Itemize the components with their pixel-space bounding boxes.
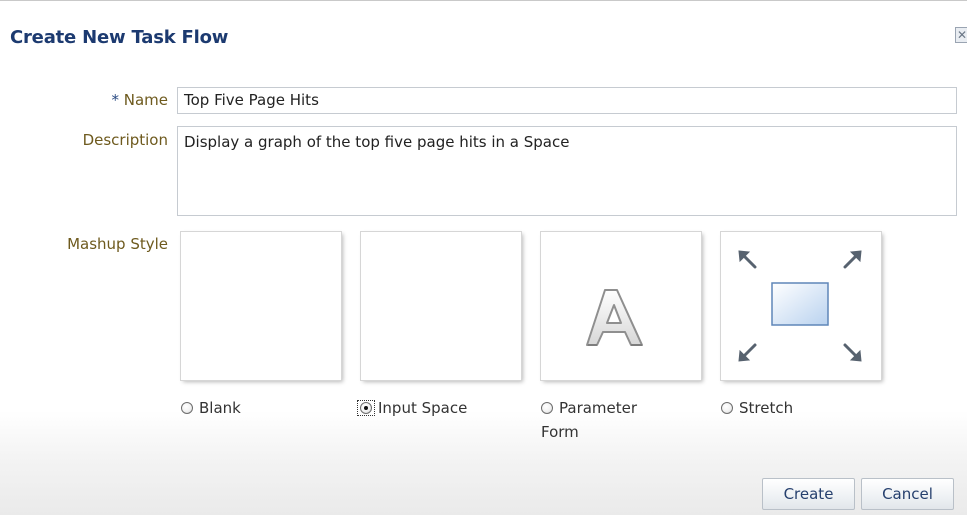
create-button[interactable]: Create bbox=[762, 478, 855, 510]
close-icon[interactable]: ✕ bbox=[955, 27, 967, 43]
radio-option-stretch[interactable]: Stretch bbox=[721, 396, 793, 420]
radio-label: Input Space bbox=[378, 399, 468, 417]
name-label: * Name bbox=[10, 91, 168, 109]
required-mark: * bbox=[111, 91, 119, 109]
radio-button[interactable] bbox=[181, 402, 193, 414]
name-field[interactable]: Top Five Page Hits bbox=[177, 87, 957, 114]
radio-option-input-space[interactable]: Input Space bbox=[357, 396, 467, 420]
mashup-tile-parameter-form[interactable] bbox=[541, 232, 701, 380]
radio-button[interactable] bbox=[721, 402, 733, 414]
description-field[interactable]: Display a graph of the top five page hit… bbox=[177, 126, 957, 216]
cancel-button[interactable]: Cancel bbox=[861, 478, 954, 510]
radio-label: Blank bbox=[199, 399, 241, 417]
radio-label: Stretch bbox=[739, 399, 794, 417]
mashup-tile-stretch[interactable] bbox=[721, 232, 881, 380]
radio-button[interactable] bbox=[541, 402, 553, 414]
focus-indicator bbox=[357, 400, 375, 416]
radio-option-parameter-form[interactable]: Parameter Form bbox=[541, 396, 637, 444]
radio-label-line2: Form bbox=[541, 423, 579, 441]
name-label-text: Name bbox=[123, 91, 168, 109]
description-label: Description bbox=[82, 131, 168, 149]
letter-a-icon bbox=[586, 289, 643, 346]
mashup-tile-input-space[interactable] bbox=[361, 232, 521, 380]
dialog-title: Create New Task Flow bbox=[10, 27, 229, 48]
mashup-style-label: Mashup Style bbox=[67, 235, 168, 253]
create-task-flow-dialog: Create New Task Flow ✕ * Name Top Five P… bbox=[0, 0, 967, 515]
stretch-arrows-icon bbox=[738, 250, 862, 362]
mashup-tile-blank[interactable] bbox=[181, 232, 341, 380]
radio-label-line1: Parameter bbox=[559, 399, 638, 417]
radio-button-selected[interactable] bbox=[360, 402, 372, 414]
radio-option-blank[interactable]: Blank bbox=[181, 396, 241, 420]
